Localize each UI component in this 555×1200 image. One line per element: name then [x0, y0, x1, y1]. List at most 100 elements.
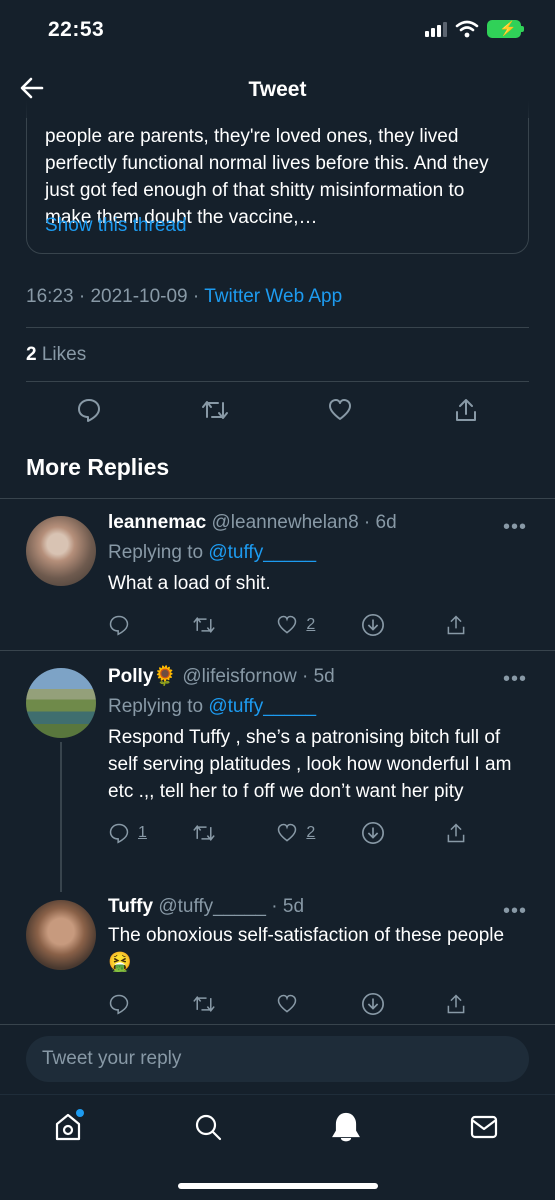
share-icon — [456, 399, 477, 421]
search-icon — [195, 1114, 222, 1141]
likes-number: 2 — [26, 344, 37, 365]
share-button[interactable] — [445, 614, 529, 636]
status-icons: ⚡ — [425, 20, 524, 38]
divider — [0, 440, 555, 441]
reply-author-handle[interactable]: @lifeisfornow — [182, 666, 296, 687]
retweet-button[interactable] — [192, 993, 276, 1015]
reply-age: · 5d — [271, 896, 305, 917]
reply-author-name[interactable]: Tuffy — [108, 896, 153, 917]
download-button[interactable] — [361, 613, 445, 637]
reply-age: · 5d — [301, 666, 335, 687]
download-button[interactable] — [361, 821, 445, 845]
reply-item[interactable]: ••• Polly🌻 @lifeisfornow · 5d Replying t… — [0, 664, 555, 890]
avatar[interactable] — [26, 668, 96, 738]
tab-notifications[interactable] — [328, 1109, 364, 1145]
tweet-action-bar — [26, 390, 529, 430]
reply-composer[interactable] — [26, 1036, 529, 1082]
retweet-icon — [201, 401, 228, 419]
avatar[interactable] — [26, 900, 96, 970]
status-bar: 22:53 ⚡ — [0, 0, 555, 60]
like-icon — [278, 994, 297, 1013]
like-button[interactable]: 2 — [276, 614, 360, 636]
reply-button[interactable] — [108, 993, 192, 1015]
tweet-time: 16:23 — [26, 286, 74, 307]
status-time: 22:53 — [48, 18, 105, 41]
show-thread-link[interactable]: Show this thread — [45, 215, 187, 237]
sunflower-emoji: 🌻 — [153, 666, 178, 687]
replying-to-label: Replying to — [108, 696, 204, 717]
like-count: 2 — [306, 824, 316, 841]
reply-text: What a load of shit. — [108, 573, 271, 594]
reply-button[interactable] — [74, 395, 104, 425]
reply-text: Respond Tuffy , she’s a patronising bitc… — [108, 727, 512, 802]
share-button[interactable] — [445, 993, 529, 1015]
replying-to-link[interactable]: @tuffy_____ — [208, 696, 316, 717]
divider — [0, 1024, 555, 1025]
home-indicator — [178, 1183, 378, 1189]
reply-item[interactable]: ••• Tuffy @tuffy_____ · 5d The obnoxious… — [0, 896, 555, 1020]
reply-action-bar: 1 2 — [108, 819, 529, 847]
notifications-icon — [332, 1112, 360, 1142]
download-icon — [361, 614, 384, 636]
download-button[interactable] — [361, 992, 445, 1016]
replying-to-label: Replying to — [108, 542, 204, 563]
tab-search[interactable] — [190, 1109, 226, 1145]
reply-author-handle[interactable]: @leannewhelan8 — [212, 512, 359, 533]
replying-to-link[interactable]: @tuffy_____ — [208, 542, 316, 563]
reply-input[interactable] — [26, 1036, 529, 1082]
tweet-date: 2021-10-09 — [90, 286, 188, 307]
reply-icon — [109, 615, 129, 636]
reply-icon — [109, 994, 129, 1015]
avatar[interactable] — [26, 516, 96, 586]
reply-count: 1 — [138, 824, 147, 841]
replying-to: Replying to @tuffy_____ — [108, 542, 529, 564]
divider — [26, 327, 529, 328]
reply-age: · 6d — [363, 512, 397, 533]
download-icon — [361, 822, 384, 844]
like-icon — [329, 399, 352, 420]
share-button[interactable] — [445, 822, 529, 844]
divider — [0, 498, 555, 499]
vomiting-emoji: 🤮 — [108, 952, 132, 973]
reply-text-content: The obnoxious self-satisfaction of these… — [108, 925, 505, 946]
likes-label: Likes — [41, 344, 87, 365]
download-icon — [361, 993, 384, 1015]
reply-author-name[interactable]: Polly — [108, 666, 153, 687]
reply-item[interactable]: ••• leannemac @leannewhelan8 · 6d Replyi… — [0, 512, 555, 648]
messages-icon — [470, 1115, 498, 1139]
top-bar: Tweet — [0, 60, 555, 118]
replying-to: Replying to @tuffy_____ — [108, 696, 529, 718]
reply-icon — [109, 823, 129, 844]
like-button[interactable]: 2 — [276, 822, 360, 844]
like-count: 2 — [306, 616, 316, 633]
reply-button[interactable] — [108, 614, 192, 636]
cellular-signal-icon — [425, 21, 447, 37]
battery-charging-icon: ⚡ — [487, 20, 524, 38]
meta-separator: · — [192, 286, 200, 307]
share-icon — [447, 994, 465, 1014]
reply-action-bar — [108, 990, 529, 1018]
reply-action-bar: 2 — [108, 611, 529, 639]
reply-author-handle[interactable]: @tuffy_____ — [158, 896, 266, 917]
retweet-button[interactable] — [200, 395, 230, 425]
page-title: Tweet — [248, 78, 307, 101]
like-button[interactable] — [325, 395, 355, 425]
like-icon — [278, 615, 297, 634]
tab-home[interactable] — [50, 1109, 86, 1145]
likes-count[interactable]: 2 Likes — [26, 344, 86, 366]
thread-connector-line — [60, 742, 62, 892]
like-button[interactable] — [276, 993, 360, 1015]
divider — [26, 381, 529, 382]
retweet-icon — [193, 996, 215, 1012]
reply-author-name[interactable]: leannemac — [108, 512, 206, 533]
tweet-source-link[interactable]: Twitter Web App — [204, 286, 342, 307]
reply-icon — [77, 399, 100, 422]
share-button[interactable] — [451, 395, 481, 425]
reply-button[interactable]: 1 — [108, 822, 192, 844]
tweet-meta: 16:23 · 2021-10-09 · Twitter Web App — [26, 286, 342, 308]
tab-messages[interactable] — [466, 1109, 502, 1145]
retweet-icon — [193, 617, 215, 633]
more-replies-heading: More Replies — [26, 454, 170, 480]
retweet-button[interactable] — [192, 614, 276, 636]
retweet-button[interactable] — [192, 822, 276, 844]
